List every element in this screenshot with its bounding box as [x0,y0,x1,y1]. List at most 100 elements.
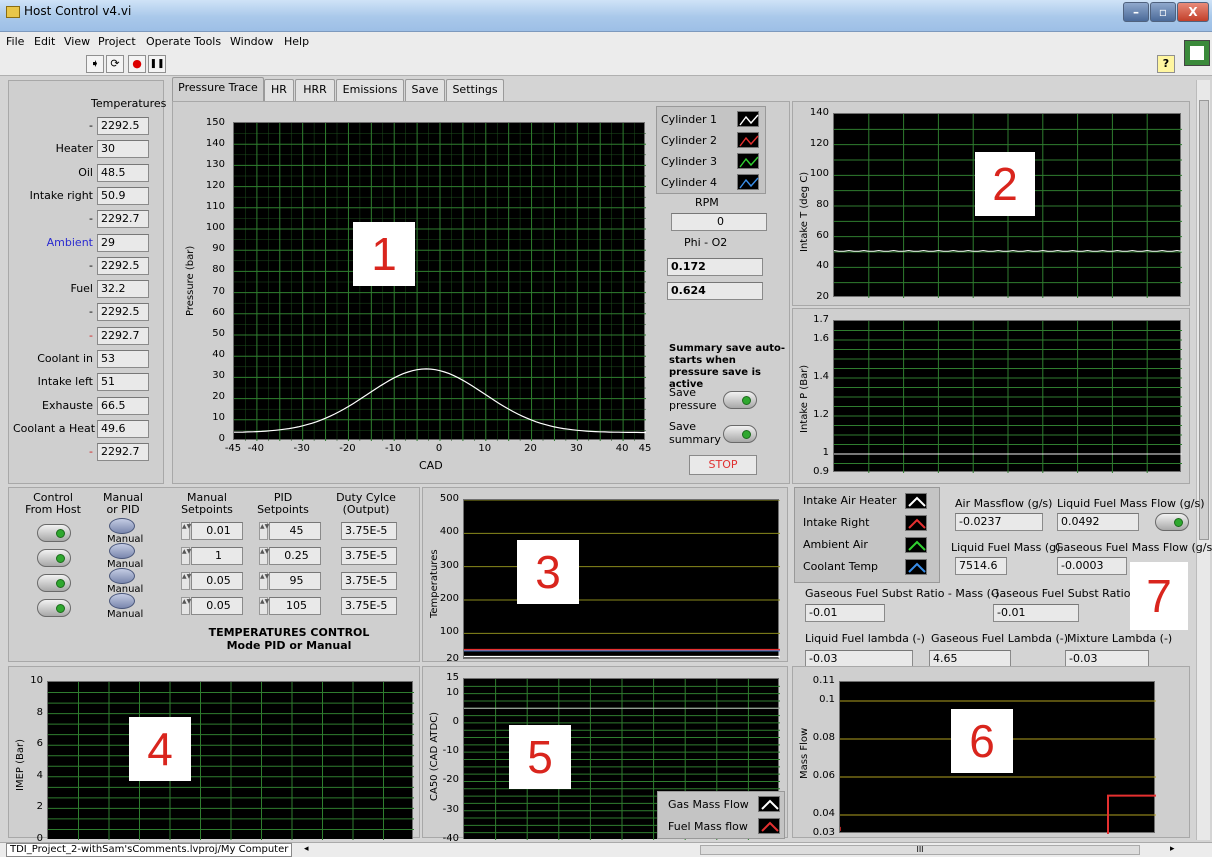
cylinder-swatch-icon[interactable] [737,132,759,148]
mass-flow-y-tick: 0.11 [812,675,835,686]
pid-spinner-icon[interactable]: ▲▼ [259,522,269,540]
cylinder-legend: Cylinder 1 Cylinder 2 Cylinder 3 Cylinder 4 [656,106,766,194]
intake-temp-y-tick: 140 [809,107,829,118]
setpoint-spinner-icon[interactable]: ▲▼ [181,597,191,615]
manual-pid-switch[interactable] [109,593,135,609]
led-indicator [1174,518,1183,527]
pid-spinner-icon[interactable]: ▲▼ [259,572,269,590]
temp-label: Oil [78,165,93,179]
status-bar: TDI_Project_2-withSam'sComments.lvproj/M… [0,842,1212,857]
tab-pressure-trace[interactable]: Pressure Trace [172,77,264,101]
cylinder-swatch-icon[interactable] [737,153,759,169]
manual-pid-switch[interactable] [109,518,135,534]
scroll-thumb[interactable] [1199,100,1209,540]
manual-label: Manual [107,609,144,620]
temp-value: 32.2 [97,280,149,299]
scroll-right-icon[interactable]: ▸ [1170,844,1175,854]
menu-edit[interactable]: Edit [34,35,55,48]
marker-4: 4 [129,717,191,781]
cylinder-legend-label: Cylinder 1 [661,113,718,126]
pid-spinner-icon[interactable]: ▲▼ [259,547,269,565]
temperatures-grid [464,500,780,658]
temp-value: 49.6 [97,419,149,438]
liquid-fuel-mass-label: Liquid Fuel Mass (g) [951,541,1061,554]
control-from-host-toggle[interactable] [37,599,71,617]
window-title: Host Control v4.vi [24,4,132,18]
abort-icon[interactable]: ● [128,55,146,73]
menu-view[interactable]: View [64,35,90,48]
control-from-host-toggle[interactable] [37,524,71,542]
manual-setpoint-value[interactable]: 0.05 [191,597,243,615]
pid-setpoint-value[interactable]: 45 [269,522,321,540]
tab-hrr[interactable]: HRR [295,79,335,101]
menu-operate[interactable]: Operate [146,35,191,48]
series-swatch-icon[interactable] [758,796,780,812]
temperatures-panel: Temperatures -2292.5 Heater 30 Oil 48.5 Intak… [8,80,166,484]
duty-cycle-value: 3.75E-5 [341,522,397,540]
save-summary-toggle[interactable] [723,425,757,443]
imep-y-tick: 10 [30,675,43,686]
gaseous-subst-ratio-label: Gaseous Fuel Subst Ratio - [991,587,1138,600]
gaseous-fuel-lambda-label: Gaseous Fuel Lambda (-) [931,632,1069,645]
setpoint-spinner-icon[interactable]: ▲▼ [181,547,191,565]
labview-app-icon [6,6,20,18]
pause-icon[interactable]: ❚❚ [148,55,166,73]
temperatures-y-tick: 100 [439,626,459,638]
control-from-host-toggle[interactable] [37,549,71,567]
menu-help[interactable]: Help [284,35,309,48]
temp-value: 2292.7 [97,210,149,229]
save-summary-label: Save summary [669,420,721,446]
run-continuously-icon[interactable]: ⟳ [106,55,124,73]
context-help-icon[interactable]: ? [1157,55,1175,73]
menu-tools[interactable]: Tools [194,35,221,48]
setpoint-spinner-icon[interactable]: ▲▼ [181,572,191,590]
manual-setpoint-value[interactable]: 1 [191,547,243,565]
toolbar: ➧ ⟳ ● ❚❚ ? [0,52,1212,76]
cylinder-swatch-icon[interactable] [737,111,759,127]
menu-file[interactable]: File [6,35,24,48]
temp-value: 2292.5 [97,303,149,322]
minimize-button[interactable]: – [1123,2,1149,22]
manual-pid-switch[interactable] [109,568,135,584]
maximize-button[interactable]: ▫ [1150,2,1176,22]
pid-setpoint-value[interactable]: 95 [269,572,321,590]
ca50-y-tick: -30 [442,803,459,815]
tab-settings[interactable]: Settings [446,79,504,101]
pressure-y-tick: 120 [205,180,225,192]
tab-emissions[interactable]: Emissions [336,79,404,101]
pid-spinner-icon[interactable]: ▲▼ [259,597,269,615]
run-arrow-icon[interactable]: ➧ [86,55,104,73]
stop-button[interactable]: STOP [689,455,757,475]
pressure-x-tick: -40 [247,443,265,454]
vertical-scrollbar[interactable] [1196,80,1210,840]
close-button[interactable]: X [1177,2,1209,22]
pressure-y-tick: 60 [212,306,225,318]
manual-pid-switch[interactable] [109,543,135,559]
pid-setpoint-value[interactable]: 105 [269,597,321,615]
manual-setpoint-value[interactable]: 0.01 [191,522,243,540]
save-pressure-toggle[interactable] [723,391,757,409]
pid-setpoint-value[interactable]: 0.25 [269,547,321,565]
tab-hr[interactable]: HR [264,79,294,101]
cylinder-swatch-icon[interactable] [737,174,759,190]
flow-toggle[interactable] [1155,513,1189,531]
temp-label: - [89,305,93,319]
imep-y-label: IMEP (Bar) [15,738,26,791]
temp-label: Ambient [46,235,93,249]
series-swatch-icon[interactable] [758,818,780,834]
manual-setpoint-value[interactable]: 0.05 [191,572,243,590]
air-massflow-value: -0.0237 [955,513,1043,531]
control-from-host-toggle[interactable] [37,574,71,592]
pressure-y-tick: 130 [205,159,225,171]
tab-save[interactable]: Save [405,79,445,101]
pressure-x-tick: 40 [615,443,629,454]
scroll-left-icon[interactable]: ◂ [304,844,309,854]
summary-save-note: Summary save auto-starts when pressure s… [669,343,785,390]
temp-value: 2292.7 [97,326,149,345]
menu-project[interactable]: Project [98,35,136,48]
temperatures-control-subtitle: Mode PID or Manual [226,639,352,652]
horizontal-scroll-thumb[interactable]: III [700,845,1140,855]
menu-window[interactable]: Window [230,35,273,48]
setpoint-spinner-icon[interactable]: ▲▼ [181,522,191,540]
temp-label: Intake right [29,188,93,202]
